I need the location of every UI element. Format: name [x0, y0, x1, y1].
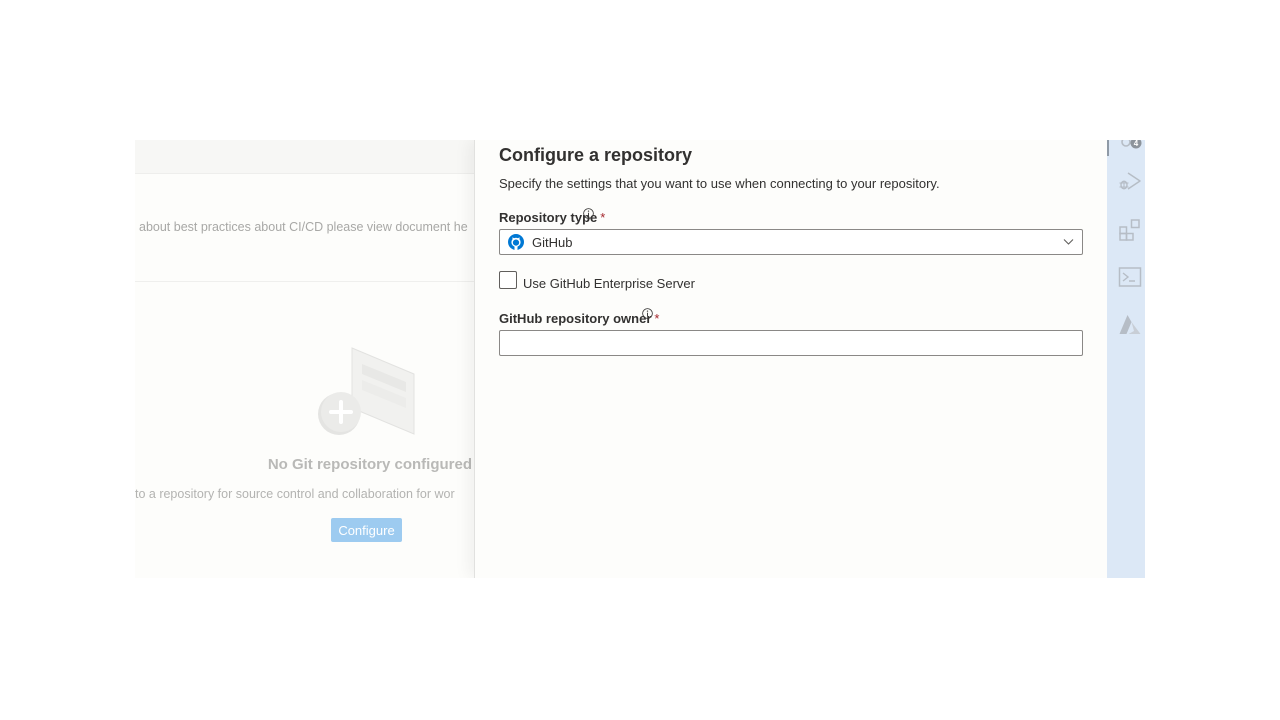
repository-owner-input[interactable] [499, 330, 1083, 356]
git-icon[interactable]: 4 [1118, 140, 1142, 154]
configure-repository-panel: Configure a repository Specify the setti… [474, 140, 1108, 578]
panel-description: Specify the settings that you want to us… [499, 176, 940, 191]
empty-state-subtitle: to a repository for source control and c… [135, 487, 455, 501]
repository-owner-label: GitHub repository owner * [499, 311, 659, 326]
configure-button[interactable]: Configure [331, 518, 402, 542]
required-asterisk: * [600, 210, 606, 225]
git-badge-count: 4 [1134, 140, 1139, 148]
required-asterisk: * [654, 311, 660, 326]
chevron-down-icon [1063, 239, 1074, 245]
repository-type-info-icon[interactable] [583, 208, 594, 219]
background-page: about best practices about CI/CD please … [135, 140, 475, 578]
empty-state-title: No Git repository configured [267, 456, 472, 473]
active-indicator [1107, 140, 1109, 156]
repository-type-value: GitHub [532, 235, 573, 250]
cicd-info-text: about best practices about CI/CD please … [139, 220, 468, 234]
terminal-icon[interactable] [1118, 265, 1142, 289]
debug-pipeline-icon[interactable] [1118, 169, 1142, 193]
github-icon [508, 234, 524, 250]
azure-icon[interactable] [1118, 313, 1142, 337]
background-toolbar [135, 140, 475, 174]
panel-title: Configure a repository [499, 145, 693, 165]
repository-owner-info-icon[interactable] [642, 308, 653, 319]
repository-type-dropdown[interactable]: GitHub [499, 229, 1083, 255]
empty-repository-illustration [318, 347, 415, 435]
divider [135, 281, 475, 282]
github-enterprise-label[interactable]: Use GitHub Enterprise Server [523, 276, 695, 291]
right-side-rail: 4 [1107, 140, 1145, 578]
studio-viewport: about best practices about CI/CD please … [135, 140, 1145, 578]
components-icon[interactable] [1118, 218, 1142, 242]
repository-owner-label-text: GitHub repository owner [499, 311, 652, 326]
github-enterprise-checkbox[interactable] [499, 271, 517, 289]
